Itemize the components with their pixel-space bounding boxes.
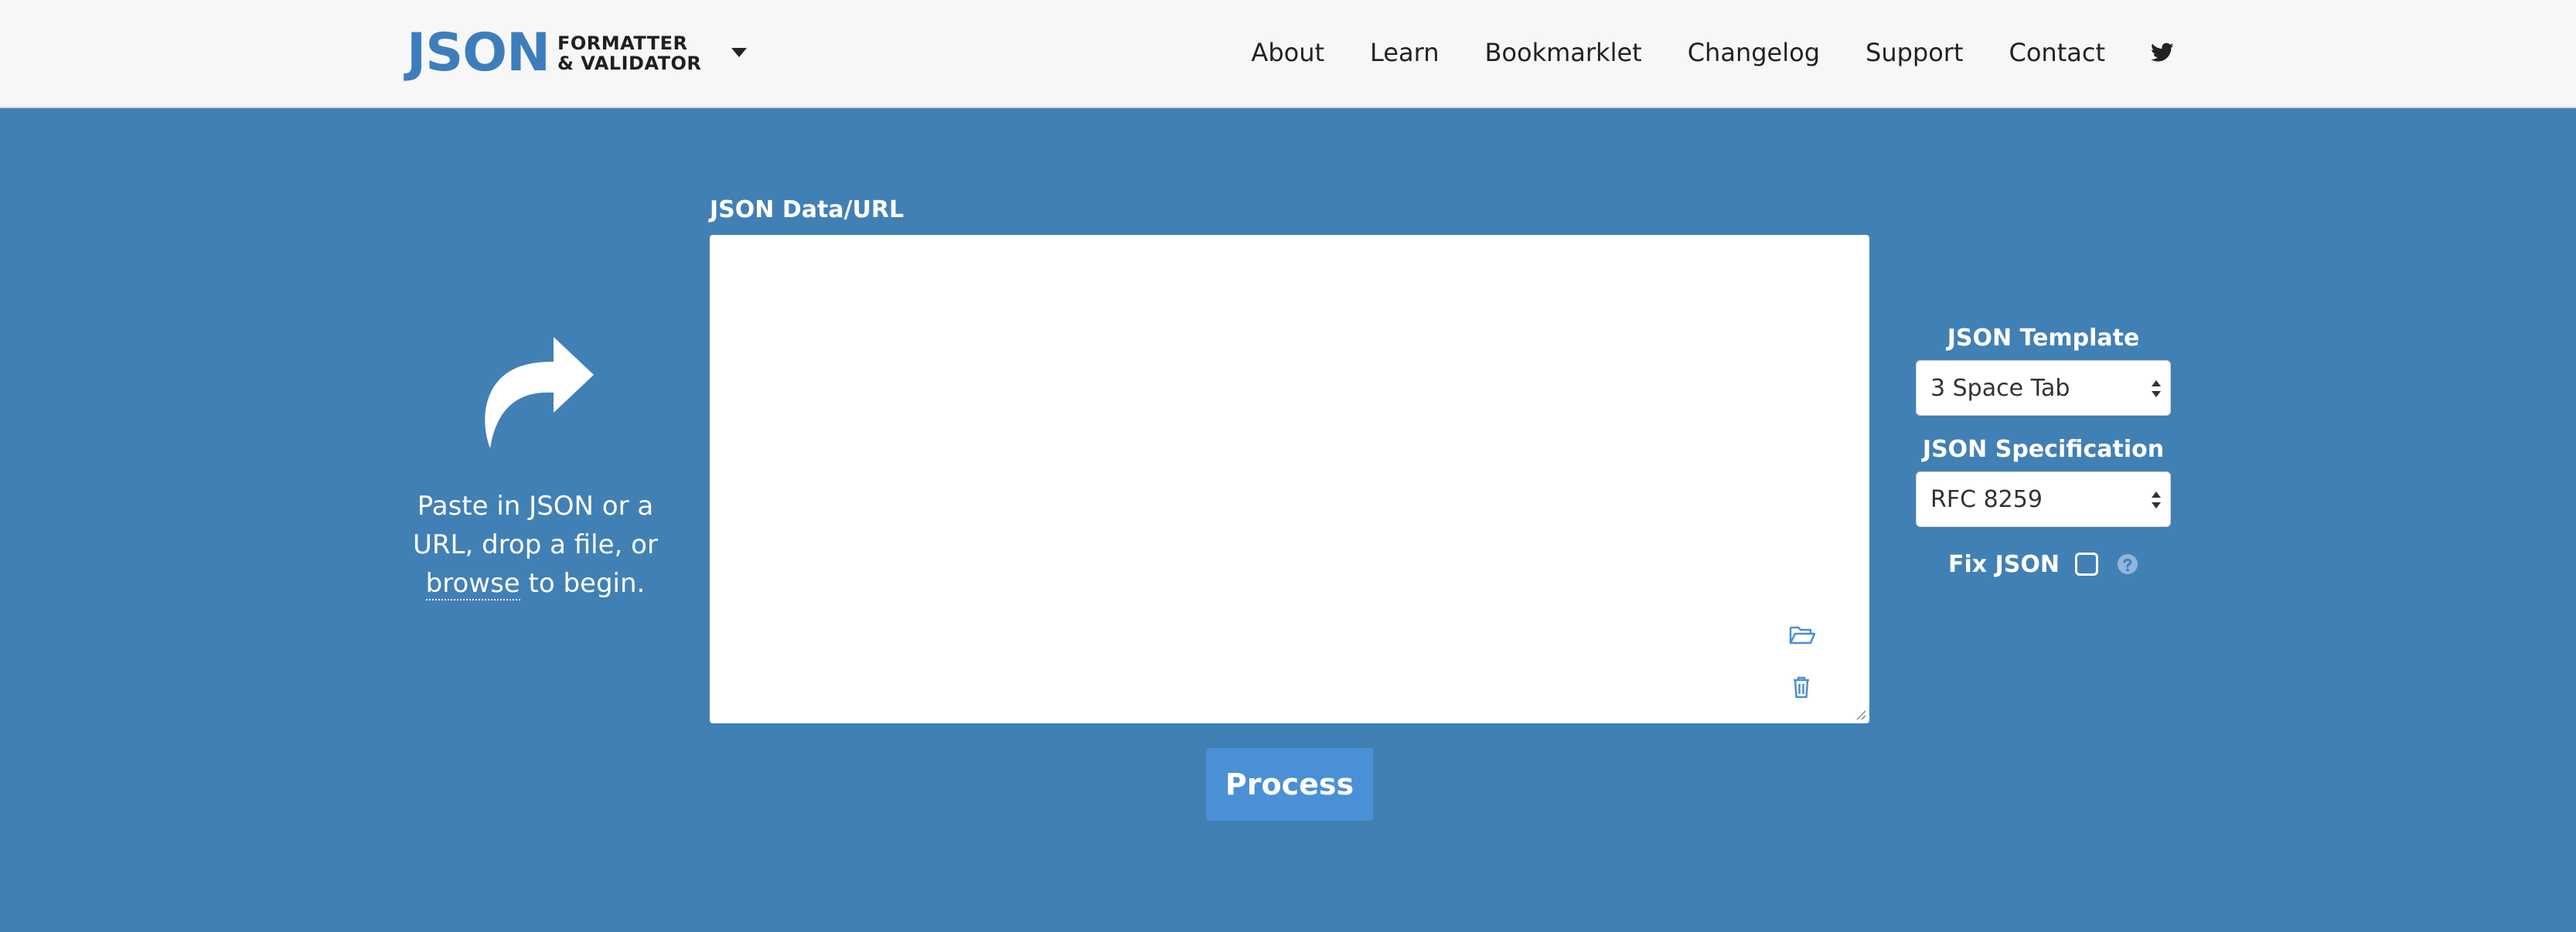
trash-icon[interactable] xyxy=(1792,675,1811,699)
top-navbar: JSON FORMATTER & VALIDATOR About Learn B… xyxy=(0,0,2576,108)
template-label: JSON Template xyxy=(1947,325,2140,352)
spec-select-value: RFC 8259 xyxy=(1930,486,2043,513)
fix-json-label: Fix JSON xyxy=(1948,550,2060,578)
fix-json-checkbox[interactable] xyxy=(2074,553,2098,576)
caret-down-icon[interactable] xyxy=(731,48,747,57)
nav-learn[interactable]: Learn xyxy=(1370,38,1439,67)
options-panel: JSON Template 3 Space Tab JSON Specifica… xyxy=(1916,323,2171,581)
json-data-label: JSON Data/URL xyxy=(710,196,905,223)
nav-contact[interactable]: Contact xyxy=(2009,38,2106,67)
resize-handle-icon[interactable] xyxy=(1854,708,1866,720)
select-arrows-icon xyxy=(2152,380,2161,397)
logo-line-1: FORMATTER xyxy=(557,32,688,54)
helper-text-before: Paste in JSON or a URL, drop a file, or xyxy=(413,491,658,560)
help-icon[interactable] xyxy=(2117,553,2138,575)
share-arrow-icon xyxy=(484,337,594,448)
folder-open-icon[interactable] xyxy=(1789,624,1815,646)
nav-about[interactable]: About xyxy=(1251,38,1324,67)
json-editor xyxy=(710,235,1869,723)
template-select-value: 3 Space Tab xyxy=(1930,375,2070,402)
spec-select[interactable]: RFC 8259 xyxy=(1916,471,2171,527)
logo-json-text: JSON xyxy=(407,22,550,83)
drop-helper: Paste in JSON or a URL, drop a file, or … xyxy=(402,332,669,603)
spec-label: JSON Specification xyxy=(1922,436,2165,463)
nav-support[interactable]: Support xyxy=(1866,38,1964,67)
logo-subtitle: FORMATTER & VALIDATOR xyxy=(557,33,701,73)
json-input[interactable] xyxy=(710,235,1869,723)
helper-text: Paste in JSON or a URL, drop a file, or … xyxy=(402,487,669,603)
site-logo[interactable]: JSON FORMATTER & VALIDATOR xyxy=(407,23,701,83)
fix-json-row: Fix JSON xyxy=(1916,547,2171,581)
nav-bookmarklet[interactable]: Bookmarklet xyxy=(1484,38,1641,67)
browse-link[interactable]: browse xyxy=(425,568,520,600)
process-button[interactable]: Process xyxy=(1206,748,1373,821)
main-nav: About Learn Bookmarklet Changelog Suppor… xyxy=(1205,0,2174,105)
nav-changelog[interactable]: Changelog xyxy=(1688,38,1820,67)
logo-line-2: & VALIDATOR xyxy=(557,53,702,74)
helper-text-after: to begin. xyxy=(528,568,646,599)
select-arrows-icon xyxy=(2152,492,2161,509)
template-select[interactable]: 3 Space Tab xyxy=(1916,360,2171,416)
twitter-icon[interactable] xyxy=(2151,43,2174,63)
